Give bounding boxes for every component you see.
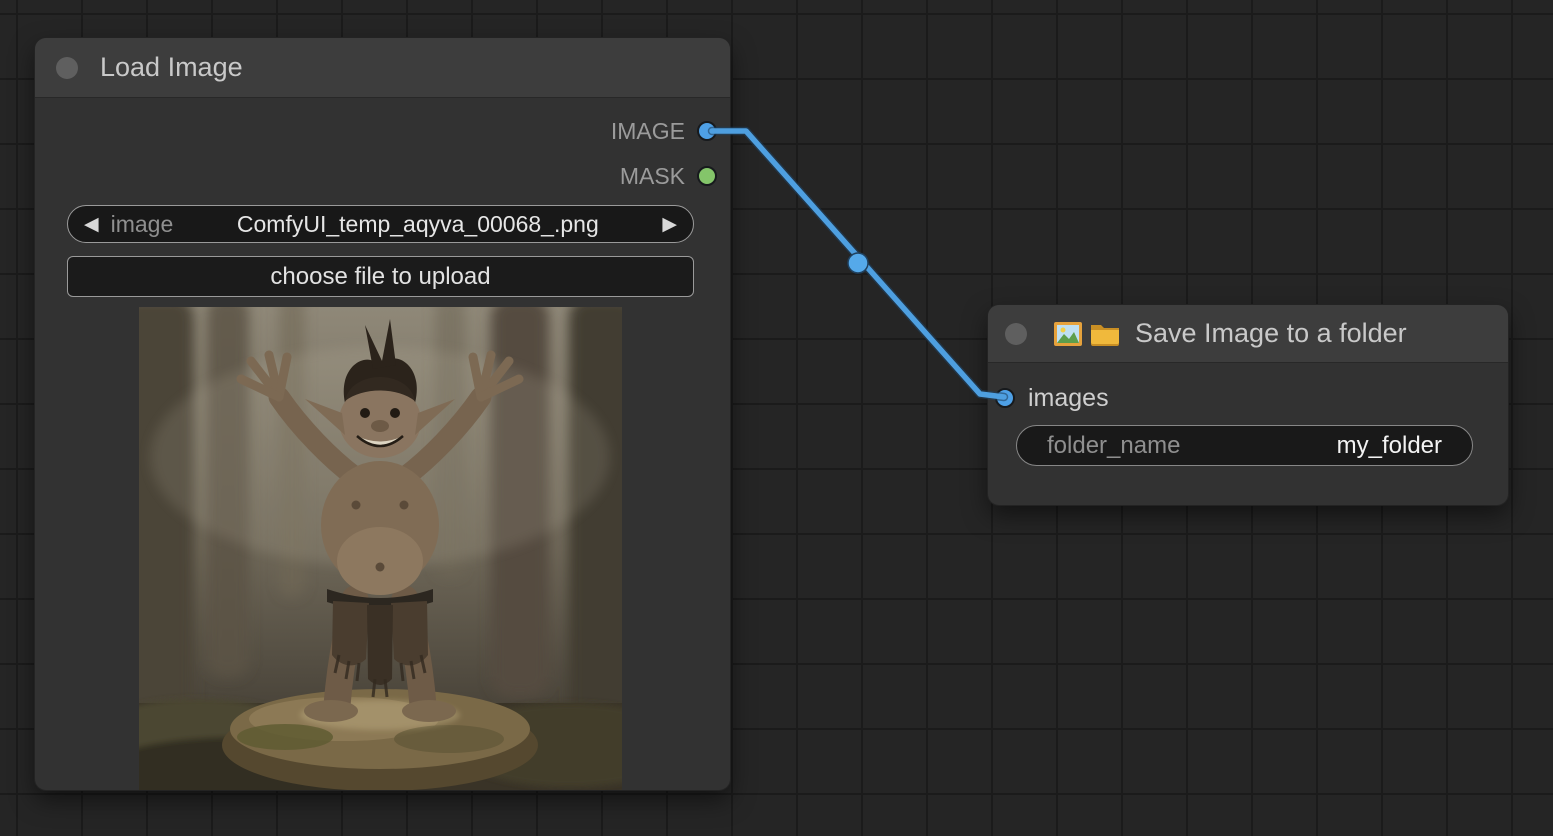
node-graph-canvas[interactable]: Load Image IMAGE MASK ◀ image ComfyUI_te…: [0, 0, 1553, 836]
output-label-mask: MASK: [620, 163, 685, 189]
load-image-title-bar[interactable]: Load Image: [35, 38, 730, 98]
mask-output-port[interactable]: [697, 166, 717, 186]
upload-button[interactable]: choose file to upload: [67, 256, 694, 297]
combo-value: ComfyUI_temp_aqyva_00068_.png: [173, 211, 662, 238]
node-title: Load Image: [100, 52, 243, 83]
image-output-port[interactable]: [697, 121, 717, 141]
node-title: Save Image to a folder: [1135, 318, 1407, 349]
save-image-title-bar[interactable]: Save Image to a folder: [988, 305, 1508, 363]
node-collapse-dot[interactable]: [1005, 323, 1027, 345]
folder-widget-label: folder_name: [1047, 432, 1180, 460]
link-midpoint-dot[interactable]: [848, 253, 868, 273]
output-label-image: IMAGE: [611, 118, 685, 144]
troll-illustration: [139, 307, 622, 790]
picture-icon: [1053, 320, 1083, 348]
images-input-port[interactable]: [995, 388, 1015, 408]
input-label-images: images: [1028, 385, 1109, 411]
save-image-node[interactable]: Save Image to a folder images folder_nam…: [988, 305, 1508, 505]
folder-icon: [1089, 321, 1121, 347]
output-row-mask: MASK: [620, 163, 717, 189]
output-row-image: IMAGE: [611, 118, 717, 144]
image-combo-widget[interactable]: ◀ image ComfyUI_temp_aqyva_00068_.png ▶: [67, 205, 694, 243]
image-to-images-link[interactable]: [712, 131, 1004, 397]
image-preview[interactable]: [139, 307, 622, 790]
folder-name-widget[interactable]: folder_name my_folder: [1016, 425, 1473, 466]
link-outline: [712, 131, 1004, 397]
folder-widget-value: my_folder: [1337, 432, 1442, 460]
combo-label: image: [111, 211, 174, 238]
combo-next-icon[interactable]: ▶: [662, 215, 677, 234]
load-image-node[interactable]: Load Image IMAGE MASK ◀ image ComfyUI_te…: [35, 38, 730, 790]
combo-prev-icon[interactable]: ◀: [84, 215, 99, 234]
node-collapse-dot[interactable]: [56, 57, 78, 79]
